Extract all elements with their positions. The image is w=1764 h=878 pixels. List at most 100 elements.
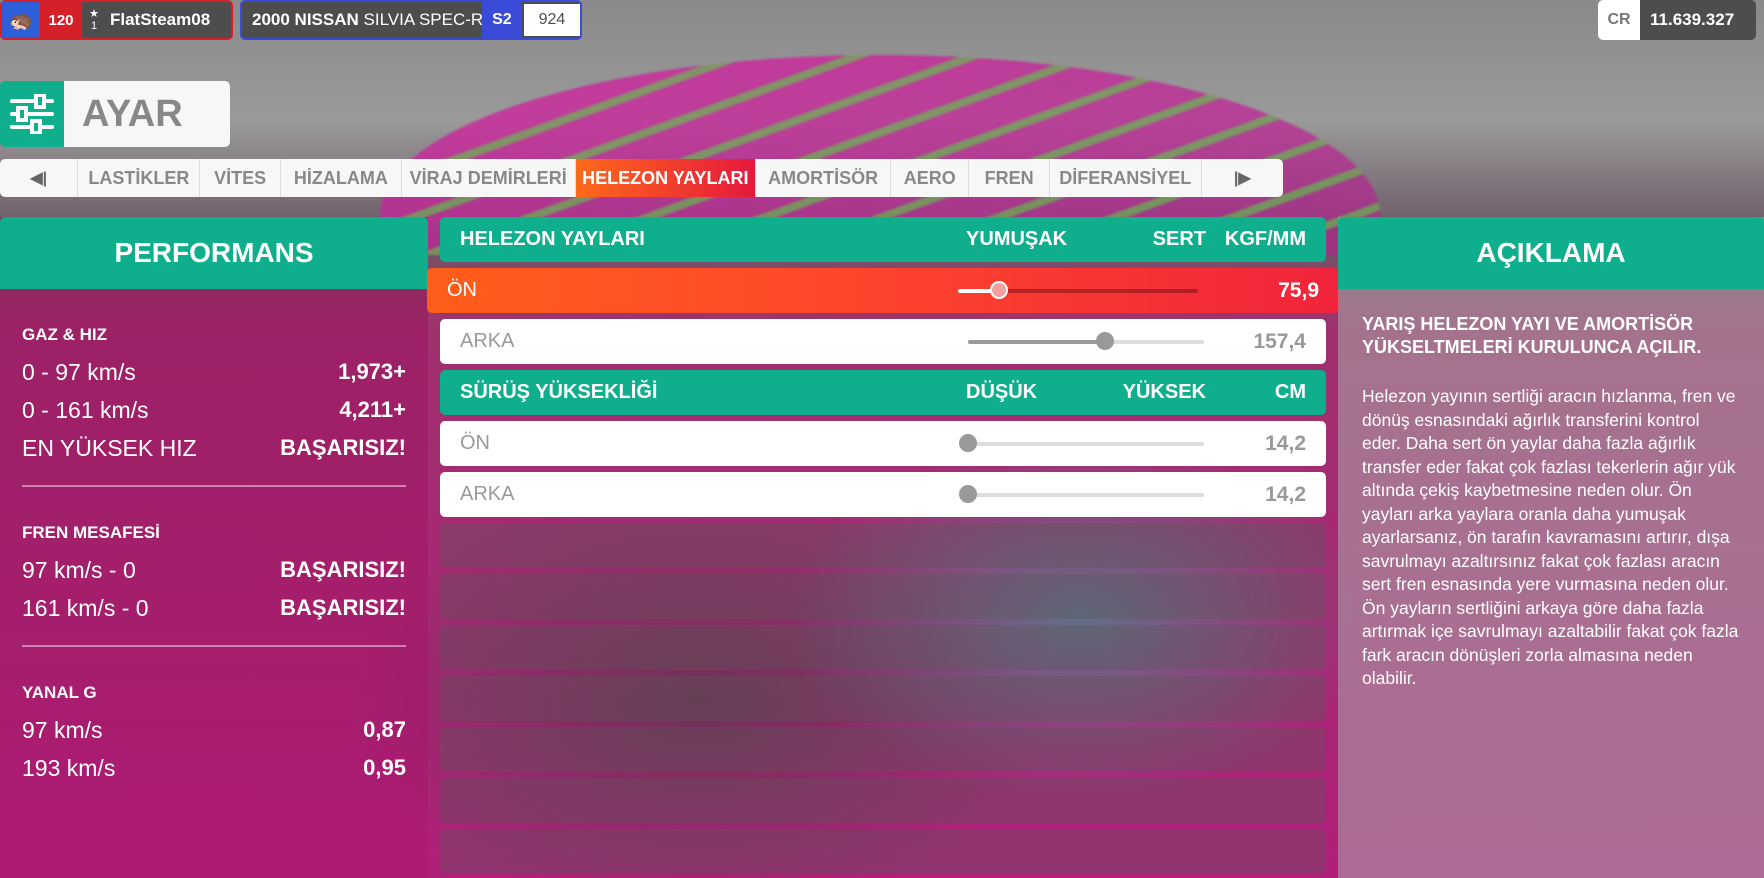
tab-antiroll-bars[interactable]: VİRAJ DEMİRLERİ bbox=[402, 159, 576, 197]
sliders-icon bbox=[0, 81, 64, 147]
springs-header: HELEZON YAYLARI YUMUŞAK SERT KGF/MM bbox=[440, 217, 1326, 262]
ride-height-low-label: DÜŞÜK bbox=[966, 381, 1038, 403]
springs-rear-slider[interactable] bbox=[968, 332, 1204, 350]
empty-row bbox=[440, 574, 1326, 619]
tab-springs[interactable]: HELEZON YAYLARI bbox=[575, 159, 757, 197]
perf-row: 193 km/s 0,95 bbox=[22, 749, 406, 787]
perf-value: 0,87 bbox=[363, 717, 406, 742]
springs-front-row[interactable]: ÖN 75,9 bbox=[427, 268, 1339, 313]
springs-rear-row[interactable]: ARKA 157,4 bbox=[440, 319, 1326, 364]
tab-tires[interactable]: LASTİKLER bbox=[78, 159, 201, 197]
ride-height-rear-row[interactable]: ARKA 14,2 bbox=[440, 472, 1326, 517]
player-badge: 🦔 120 ★ 1 FlatSteam08 bbox=[0, 0, 233, 40]
description-subtitle: YARIŞ HELEZON YAYI VE AMORTİSÖR YÜKSELTM… bbox=[1362, 314, 1702, 357]
slider-thumb[interactable] bbox=[959, 485, 977, 503]
perf-row: 97 km/s - 0 BAŞARISIZ! bbox=[22, 551, 406, 589]
perf-value: 1,973+ bbox=[338, 359, 406, 384]
ride-height-high-label: YÜKSEK bbox=[1122, 381, 1206, 403]
tab-brake[interactable]: FREN bbox=[969, 159, 1050, 197]
empty-row bbox=[440, 523, 1326, 568]
empty-row bbox=[440, 625, 1326, 670]
perf-value: BAŞARISIZ! bbox=[280, 557, 406, 582]
ride-height-rear-slider[interactable] bbox=[959, 485, 1204, 503]
row-label: ÖN bbox=[447, 279, 477, 301]
credits-amount: 11.639.327 bbox=[1650, 10, 1735, 29]
page-title-block: AYAR bbox=[0, 81, 230, 147]
divider bbox=[22, 485, 406, 487]
perf-section-title: FREN MESAFESİ bbox=[22, 523, 160, 542]
row-label: ARKA bbox=[460, 330, 515, 352]
prev-tab-icon[interactable]: ◀| bbox=[0, 159, 79, 197]
next-tab-icon[interactable]: |▶ bbox=[1202, 159, 1283, 197]
tab-differential[interactable]: DİFERANSİYEL bbox=[1050, 159, 1202, 197]
springs-low-label: YUMUŞAK bbox=[966, 228, 1068, 250]
perf-section-title: YANAL G bbox=[22, 683, 97, 702]
empty-row bbox=[440, 727, 1326, 772]
springs-title: HELEZON YAYLARI bbox=[460, 228, 645, 250]
perf-value: BAŞARISIZ! bbox=[280, 435, 406, 460]
star-icon: ★ bbox=[89, 8, 99, 20]
perf-section-lateral-g: YANAL G 97 km/s 0,87 193 km/s 0,95 bbox=[0, 683, 428, 787]
description-header: AÇIKLAMA bbox=[1338, 217, 1764, 289]
perf-value: 4,211+ bbox=[339, 397, 406, 422]
description-body: Helezon yayının sertliği aracın hızlanma… bbox=[1362, 386, 1739, 688]
divider bbox=[22, 645, 406, 647]
perf-row: 97 km/s 0,87 bbox=[22, 711, 406, 749]
springs-high-label: SERT bbox=[1152, 228, 1206, 250]
perf-label: EN YÜKSEK HIZ bbox=[22, 434, 197, 461]
perf-value: BAŞARISIZ! bbox=[280, 595, 406, 620]
perf-label: 0 - 97 km/s bbox=[22, 358, 136, 385]
perf-label: 161 km/s - 0 bbox=[22, 594, 149, 621]
page-title: AYAR bbox=[64, 81, 230, 147]
perf-label: 97 km/s bbox=[22, 716, 103, 743]
tuning-table: HELEZON YAYLARI YUMUŞAK SERT KGF/MM ÖN 7… bbox=[427, 217, 1339, 874]
perf-label: 97 km/s - 0 bbox=[22, 556, 136, 583]
car-name-model: SILVIA SPEC-R bbox=[363, 10, 484, 29]
porcupine-avatar-icon: 🦔 bbox=[2, 2, 40, 38]
perf-section-braking: FREN MESAFESİ 97 km/s - 0 BAŞARISIZ! 161… bbox=[0, 523, 428, 627]
ride-height-front-row[interactable]: ÖN 14,2 bbox=[440, 421, 1326, 466]
row-value: 14,2 bbox=[1265, 482, 1306, 506]
performance-header: PERFORMANS bbox=[0, 217, 428, 289]
player-level: 120 bbox=[40, 2, 82, 38]
perf-row: 161 km/s - 0 BAŞARISIZ! bbox=[22, 589, 406, 627]
gamertag: FlatSteam08 bbox=[110, 10, 211, 29]
description-panel: AÇIKLAMA YARIŞ HELEZON YAYI VE AMORTİSÖR… bbox=[1338, 217, 1764, 878]
slider-thumb[interactable] bbox=[989, 281, 1008, 299]
tab-aero[interactable]: AERO bbox=[891, 159, 970, 197]
credits-display: CR 11.639.327 bbox=[1598, 0, 1756, 40]
springs-unit: KGF/MM bbox=[1224, 228, 1306, 250]
empty-row bbox=[440, 829, 1326, 874]
row-label: ÖN bbox=[460, 432, 490, 454]
row-value: 157,4 bbox=[1253, 329, 1306, 353]
empty-row bbox=[440, 676, 1326, 721]
row-value: 75,9 bbox=[1278, 278, 1319, 302]
tuning-tabs: ◀| LASTİKLER VİTES HİZALAMA VİRAJ DEMİRL… bbox=[0, 159, 1283, 197]
ride-height-unit: CM bbox=[1274, 381, 1306, 403]
perf-value: 0,95 bbox=[363, 755, 406, 780]
perf-label: 193 km/s bbox=[22, 754, 116, 781]
perf-row: EN YÜKSEK HIZ BAŞARISIZ! bbox=[22, 429, 406, 467]
tab-damping[interactable]: AMORTİSÖR bbox=[756, 159, 892, 197]
car-class-badge: S2 bbox=[482, 2, 522, 38]
perf-label: 0 - 161 km/s bbox=[22, 396, 149, 423]
ride-height-title: SÜRÜŞ YÜKSEKLİĞİ bbox=[460, 381, 658, 403]
perf-row: 0 - 97 km/s 1,973+ bbox=[22, 353, 406, 391]
perf-section-acceleration: GAZ & HIZ 0 - 97 km/s 1,973+ 0 - 161 km/… bbox=[0, 325, 428, 467]
slider-fill bbox=[968, 340, 1105, 344]
slider-thumb[interactable] bbox=[959, 434, 977, 452]
tab-gearing[interactable]: VİTES bbox=[200, 159, 281, 197]
car-info: 2000 NISSAN SILVIA SPEC-R S2 924 bbox=[240, 0, 582, 40]
performance-panel: PERFORMANS GAZ & HIZ 0 - 97 km/s 1,973+ … bbox=[0, 217, 428, 878]
perf-row: 0 - 161 km/s 4,211+ bbox=[22, 391, 406, 429]
ride-height-header: SÜRÜŞ YÜKSEKLİĞİ DÜŞÜK YÜKSEK CM bbox=[440, 370, 1326, 415]
tab-alignment[interactable]: HİZALAMA bbox=[281, 159, 402, 197]
row-label: ARKA bbox=[460, 483, 515, 505]
ride-height-front-slider[interactable] bbox=[959, 434, 1204, 452]
car-name-year-make: 2000 NISSAN bbox=[252, 10, 359, 29]
springs-front-slider[interactable] bbox=[958, 281, 1198, 299]
rank-indicator: ★ 1 bbox=[82, 8, 106, 32]
slider-thumb[interactable] bbox=[1095, 332, 1114, 350]
car-name: 2000 NISSAN SILVIA SPEC-R bbox=[242, 10, 484, 30]
perf-section-title: GAZ & HIZ bbox=[22, 325, 107, 344]
